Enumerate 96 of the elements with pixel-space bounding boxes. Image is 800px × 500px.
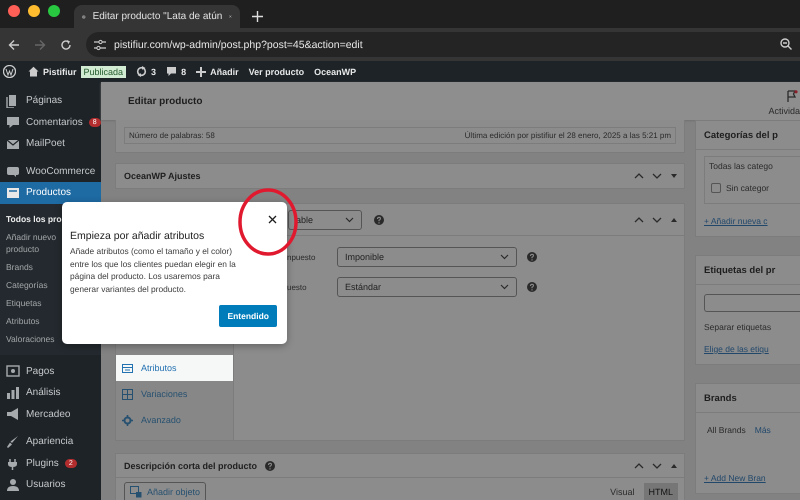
- home-icon: [28, 66, 39, 77]
- reload-button[interactable]: [60, 38, 72, 50]
- dialog-title: Empieza por añadir atributos: [70, 230, 206, 242]
- submenu-item[interactable]: Todos los pro: [0, 210, 62, 228]
- submenu-item[interactable]: Etiquetas: [0, 294, 62, 312]
- new-content-link[interactable]: Añadir: [210, 66, 239, 76]
- sidebar-item[interactable]: Usuarios: [0, 474, 101, 496]
- sidebar-item[interactable]: Apariencia: [0, 431, 101, 452]
- submenu-item[interactable]: Añadir nuevo producto: [0, 228, 62, 258]
- zoom-out-icon[interactable]: [780, 38, 792, 50]
- page-title: Editar producto: [128, 96, 202, 106]
- browser-tab[interactable]: Editar producto "Lata de atún: [74, 5, 240, 28]
- move-up-button[interactable]: [634, 214, 644, 224]
- sidebar-item[interactable]: MailPoet: [0, 133, 101, 154]
- zoom-window-button[interactable]: [48, 5, 60, 17]
- toggle-panel-button[interactable]: [670, 462, 678, 470]
- move-down-button[interactable]: [652, 214, 662, 224]
- caret-icon: [500, 284, 509, 290]
- panel-title: Categorías del p: [696, 121, 800, 150]
- activity-button[interactable]: Activida: [768, 86, 800, 116]
- view-product-link[interactable]: Ver producto: [248, 66, 304, 76]
- hint-text: Separar etiquetas: [704, 322, 772, 332]
- submenu-item[interactable]: Valoraciones: [0, 330, 62, 348]
- panel-title: Descripción corta del producto: [124, 460, 258, 470]
- move-up-button[interactable]: [634, 171, 644, 181]
- updates-count[interactable]: 3: [151, 66, 156, 76]
- megaphone-icon: [6, 407, 20, 422]
- help-icon: [527, 282, 537, 292]
- theme-menu-link[interactable]: OceanWP: [314, 66, 356, 76]
- media-icon: [130, 486, 142, 498]
- gear-icon: [122, 414, 133, 426]
- close-icon[interactable]: [268, 215, 277, 224]
- sidebar-item[interactable]: WooCommerce: [0, 160, 101, 182]
- grid-icon: [122, 388, 133, 400]
- sidebar-item[interactable]: Pagos: [0, 360, 101, 382]
- sidebar-item[interactable]: Mercadeo: [0, 404, 101, 425]
- panel-title: Brands: [696, 384, 800, 413]
- status-badge: Publicada: [80, 66, 126, 78]
- help-icon: [527, 252, 537, 262]
- person-icon: [6, 478, 20, 492]
- new-tab-button[interactable]: [252, 11, 263, 22]
- comments-count[interactable]: 8: [181, 66, 186, 76]
- tag-input-field[interactable]: [704, 294, 800, 312]
- submenu-item[interactable]: Categorías: [0, 276, 62, 294]
- refresh-icon: [136, 66, 148, 77]
- field-label: uesto: [287, 282, 308, 292]
- panel-title: OceanWP Ajustes: [124, 171, 201, 181]
- help-icon: [265, 460, 276, 470]
- category-tab[interactable]: Todas las catego: [709, 161, 800, 171]
- dialog-text: Añade atributos (como el tamaño y el color) entre los que los clientes puedan elegir en la página del producto. Los usaremos para generar variantes del producto.: [70, 245, 237, 295]
- plus-icon: [196, 66, 206, 76]
- brush-icon: [6, 434, 20, 449]
- product-data-tab[interactable]: Atributos: [116, 355, 233, 381]
- caret-icon: [345, 216, 354, 222]
- field-label: npuesto: [287, 252, 316, 262]
- back-button[interactable]: [8, 38, 20, 50]
- tab-title: Editar producto "Lata de atún: [92, 11, 222, 22]
- submenu-item[interactable]: Atributos: [0, 312, 62, 330]
- list-icon: [122, 362, 133, 374]
- site-name-link[interactable]: Pistifiur: [43, 66, 77, 76]
- wordpress-logo-icon[interactable]: [3, 65, 16, 78]
- site-settings-icon[interactable]: [93, 38, 107, 50]
- address-field[interactable]: pistifiur.com/wp-admin/post.php?post=45&action=edit: [86, 32, 800, 57]
- tax-select[interactable]: Imponible: [337, 247, 517, 267]
- move-down-button[interactable]: [652, 171, 662, 181]
- speech-bubble-icon: [6, 115, 20, 130]
- comment-icon: [166, 66, 178, 77]
- highlight-circle: [238, 188, 298, 256]
- word-count: Número de palabras: 58: [129, 131, 215, 140]
- checkbox-label: Sin categor: [726, 183, 769, 193]
- move-up-button[interactable]: [634, 460, 644, 470]
- brand-tab[interactable]: All Brands: [707, 425, 746, 435]
- help-icon: [374, 214, 384, 224]
- editor-tab[interactable]: Visual: [605, 483, 640, 500]
- toggle-panel-button[interactable]: [670, 172, 678, 180]
- bubble-icon: [6, 164, 20, 178]
- tax-select[interactable]: Estándar: [337, 277, 517, 297]
- minimize-window-button[interactable]: [28, 5, 40, 17]
- editor-tab[interactable]: HTML: [644, 483, 678, 500]
- sidebar-item[interactable]: Productos: [0, 182, 101, 204]
- panel-title: Etiquetas del pr: [696, 256, 800, 285]
- banknote-icon: [6, 364, 20, 378]
- caret-icon: [500, 254, 509, 260]
- bar-chart-icon: [6, 386, 20, 400]
- checkbox[interactable]: [711, 183, 721, 193]
- close-window-button[interactable]: [8, 5, 20, 17]
- archive-icon: [6, 186, 20, 200]
- toggle-panel-button[interactable]: [670, 216, 678, 224]
- sidebar-item[interactable]: Páginas: [0, 90, 101, 112]
- last-edit-text: Última edición por pistifiur el 28 enero, 2025 a las 5:21 pm: [464, 131, 671, 140]
- move-down-button[interactable]: [652, 460, 662, 470]
- confirm-button[interactable]: Entendido: [219, 305, 277, 327]
- plug-icon: [6, 456, 20, 470]
- sidebar-item[interactable]: Análisis: [0, 382, 101, 404]
- flag-icon: [786, 90, 798, 102]
- submenu-item[interactable]: Brands: [0, 258, 62, 276]
